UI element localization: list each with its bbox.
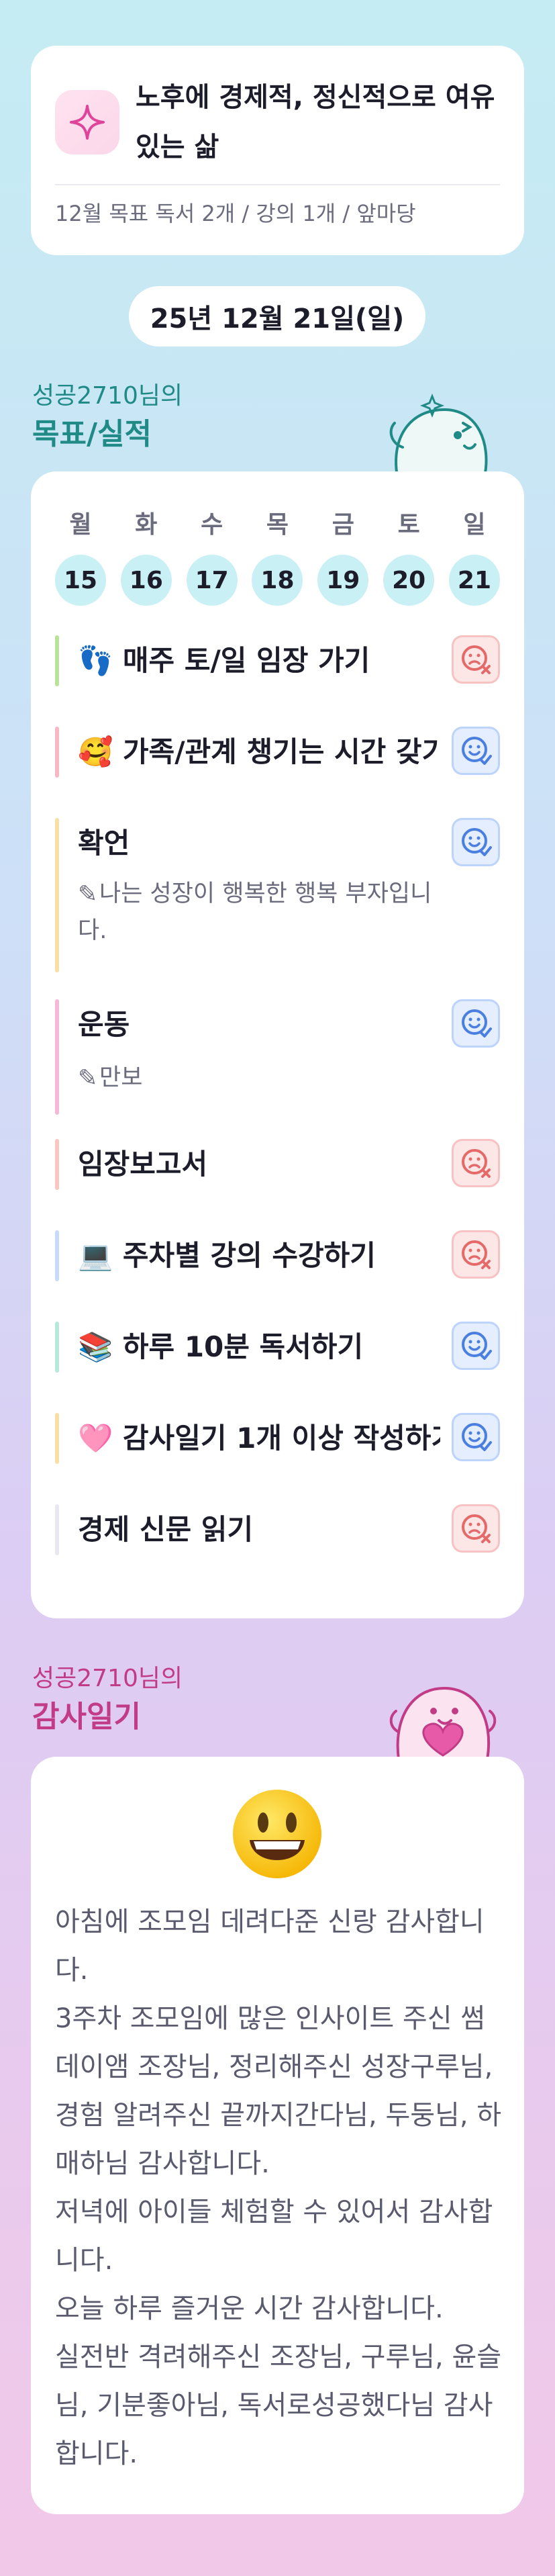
task-note-text: 나는 성장이 행복한 행복 부자입니다.	[78, 880, 432, 944]
status-fail-icon[interactable]	[452, 1504, 500, 1553]
task-title: 🥰 가족/관계 챙기는 시간 갖기	[78, 735, 440, 768]
status-ok-icon[interactable]	[452, 818, 500, 866]
task-note: ✎만보	[78, 1060, 454, 1097]
weekday-date: 15	[55, 555, 106, 606]
task-item[interactable]: 운동 ✎만보	[55, 999, 500, 1115]
pencil-note-icon: ✎	[78, 1065, 98, 1092]
weekday[interactable]: 토 20	[383, 505, 435, 606]
task-color-bar	[55, 1139, 59, 1190]
task-color-bar	[55, 1504, 59, 1555]
task-color-bar	[55, 1230, 59, 1281]
weekday[interactable]: 월 15	[55, 505, 106, 606]
task-title: 🩷 감사일기 1개 이상 작성하기	[78, 1422, 440, 1455]
task-item[interactable]: 경제 신문 읽기	[55, 1504, 500, 1555]
weekday-label: 금	[332, 511, 354, 539]
weekday-label: 토	[397, 511, 420, 539]
smiling-face-icon	[233, 1790, 321, 1878]
gratitude-body: 아침에 조모임 데려다준 신랑 감사합니다. 3주차 조모임에 많은 인사이트 …	[55, 1906, 502, 2469]
task-item[interactable]: 확언 ✎나는 성장이 행복한 행복 부자입니다.	[55, 818, 500, 972]
weekday-date: 21	[448, 555, 500, 606]
weekly-title: 목표/실적	[32, 417, 152, 451]
task-title: 📚 하루 10분 독서하기	[78, 1330, 364, 1363]
task-title: 💻 주차별 강의 수강하기	[78, 1239, 376, 1272]
gratitude-title: 감사일기	[32, 1700, 141, 1734]
weekday[interactable]: 목 18	[252, 505, 303, 606]
task-item[interactable]: 👣 매주 토/일 임장 가기	[55, 635, 500, 686]
task-note-text: 만보	[99, 1064, 143, 1091]
task-item[interactable]: 💻 주차별 강의 수강하기	[55, 1230, 500, 1281]
task-item[interactable]: 📚 하루 10분 독서하기	[55, 1322, 500, 1373]
weekday[interactable]: 일 21	[448, 505, 500, 606]
weekday-date: 18	[252, 555, 303, 606]
sparkle-icon	[55, 90, 119, 154]
task-title: 운동	[78, 1008, 130, 1041]
divider	[55, 184, 500, 185]
task-color-bar	[55, 1413, 59, 1464]
weekday-date: 20	[383, 555, 435, 606]
weekly-card: 월 15 화 16 수 17 목 18 금 19 토 20 일 21 👣 매주 토/일 임장 …	[31, 471, 524, 1618]
pencil-note-icon: ✎	[78, 881, 98, 908]
task-color-bar	[55, 1322, 59, 1373]
status-fail-icon[interactable]	[452, 1139, 500, 1187]
status-ok-icon[interactable]	[452, 727, 500, 775]
task-title: 확언	[78, 827, 130, 860]
task-item[interactable]: 🩷 감사일기 1개 이상 작성하기	[55, 1413, 500, 1464]
goal-card: 노후에 경제적, 정신적으로 여유있는 삶 12월 목표 독서 2개 / 강의 …	[31, 46, 524, 255]
task-item[interactable]: 🥰 가족/관계 챙기는 시간 갖기	[55, 727, 500, 778]
weekday-label: 월	[69, 511, 92, 539]
weekday-label: 일	[463, 511, 486, 539]
task-color-bar	[55, 635, 59, 686]
mascot-heart-icon	[389, 1686, 497, 1759]
weekday-row: 월 15 화 16 수 17 목 18 금 19 토 20 일 21	[55, 505, 500, 606]
status-fail-icon[interactable]	[452, 1230, 500, 1279]
gratitude-card: 아침에 조모임 데려다준 신랑 감사합니다. 3주차 조모임에 많은 인사이트 …	[31, 1757, 524, 2514]
task-color-bar	[55, 818, 59, 972]
gratitude-owner: 성공2710님의	[32, 1665, 183, 1692]
task-title: 👣 매주 토/일 임장 가기	[78, 644, 370, 677]
task-title: 경제 신문 읽기	[78, 1513, 254, 1546]
weekday[interactable]: 금 19	[317, 505, 369, 606]
task-title: 임장보고서	[78, 1148, 208, 1181]
weekday-date: 19	[317, 555, 369, 606]
date-pill[interactable]: 25년 12월 21일(일)	[129, 286, 425, 347]
status-fail-icon[interactable]	[452, 635, 500, 684]
task-item[interactable]: 임장보고서	[55, 1139, 500, 1190]
task-color-bar	[55, 999, 59, 1115]
mascot-ghost-icon	[389, 393, 488, 477]
weekly-owner: 성공2710님의	[32, 382, 183, 410]
weekday[interactable]: 화 16	[120, 505, 172, 606]
task-note: ✎나는 성장이 행복한 행복 부자입니다.	[78, 876, 454, 949]
status-ok-icon[interactable]	[452, 1322, 500, 1370]
task-color-bar	[55, 727, 59, 778]
goal-subtitle: 12월 목표 독서 2개 / 강의 1개 / 앞마당	[55, 201, 416, 226]
weekday-date: 17	[186, 555, 238, 606]
status-ok-icon[interactable]	[452, 999, 500, 1048]
weekday-label: 목	[266, 511, 289, 539]
weekday-date: 16	[120, 555, 172, 606]
status-ok-icon[interactable]	[452, 1413, 500, 1461]
weekday-label: 화	[135, 511, 158, 539]
weekday-label: 수	[201, 511, 223, 539]
weekday[interactable]: 수 17	[186, 505, 238, 606]
goal-title: 노후에 경제적, 정신적으로 여유있는 삶	[136, 82, 495, 163]
